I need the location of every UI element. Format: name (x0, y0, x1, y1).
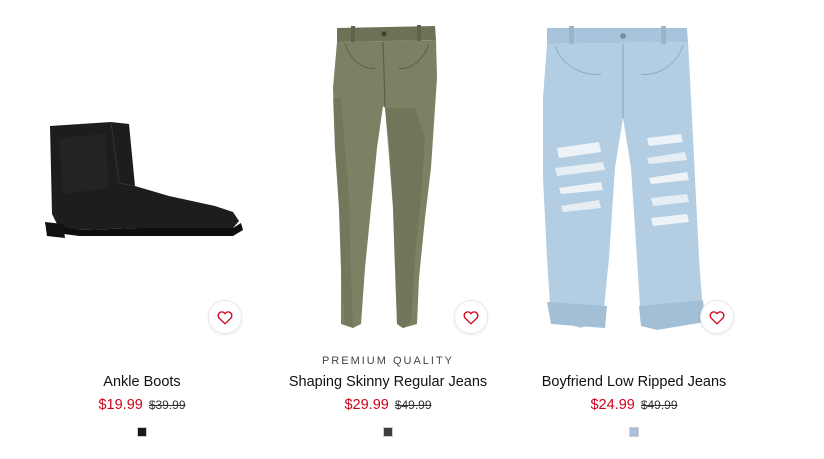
color-swatch[interactable] (383, 427, 393, 437)
ankle-boot-image (45, 121, 243, 238)
heart-outline-icon (709, 310, 725, 325)
light-blue-ripped-jeans-image (543, 26, 705, 330)
product-image[interactable] (265, 18, 511, 338)
original-price: $49.99 (640, 398, 678, 412)
original-price: $49.99 (394, 398, 432, 412)
product-card[interactable]: Ankle Boots $19.99 $39.99 (19, 0, 265, 459)
product-title[interactable]: Boyfriend Low Ripped Jeans (511, 374, 757, 390)
product-card[interactable]: PREMIUM QUALITY Shaping Skinny Regular J… (265, 0, 511, 459)
favorite-button[interactable] (700, 300, 734, 334)
sale-price: $19.99 (98, 397, 143, 413)
original-price: $39.99 (148, 398, 186, 412)
heart-outline-icon (463, 310, 479, 325)
price-row: $29.99 $49.99 (265, 396, 511, 414)
color-swatch[interactable] (137, 427, 147, 437)
price-row: $19.99 $39.99 (19, 396, 265, 414)
product-grid: Ankle Boots $19.99 $39.99 PREMIUM QUALIT… (0, 0, 824, 459)
price-row: $24.99 $49.99 (511, 396, 757, 414)
product-image[interactable] (19, 18, 265, 338)
product-title[interactable]: Ankle Boots (19, 374, 265, 390)
favorite-button[interactable] (208, 300, 242, 334)
sale-price: $24.99 (590, 397, 635, 413)
sale-price: $29.99 (344, 397, 389, 413)
heart-outline-icon (217, 310, 233, 325)
product-image[interactable] (511, 18, 757, 338)
color-swatch[interactable] (629, 427, 639, 437)
product-title[interactable]: Shaping Skinny Regular Jeans (265, 374, 511, 390)
favorite-button[interactable] (454, 300, 488, 334)
product-badge: PREMIUM QUALITY (321, 355, 455, 367)
khaki-skinny-jeans-image (333, 25, 437, 328)
product-card[interactable]: Boyfriend Low Ripped Jeans $24.99 $49.99 (511, 0, 757, 459)
